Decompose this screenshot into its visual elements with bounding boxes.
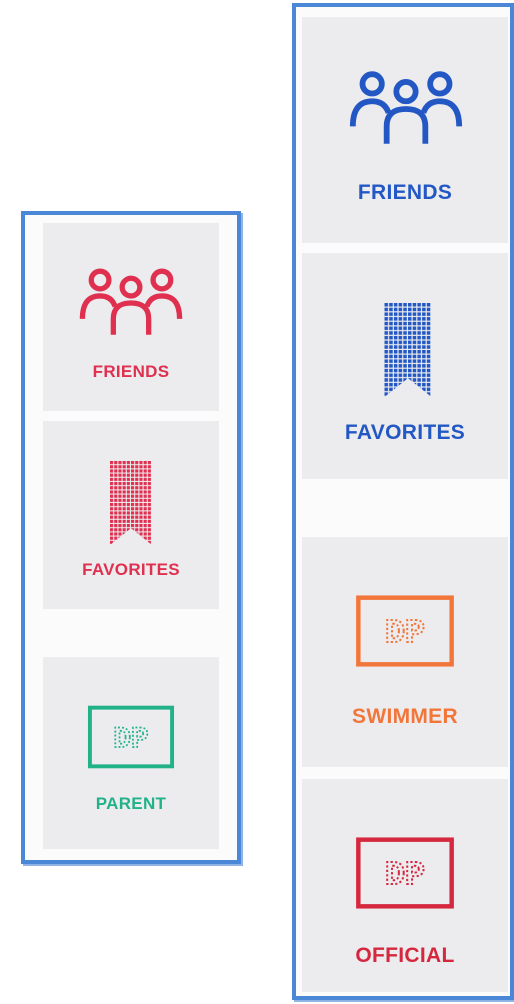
nav-item-label: FAVORITES [344, 421, 466, 444]
friends-icon [79, 268, 183, 335]
nav-item-official[interactable]: DP OFFICIAL [302, 779, 508, 992]
nav-item-label: FAVORITES [82, 560, 180, 579]
right-sidebar-panel: FRIENDS FAVORITES DP SWIMMER DP OFFICIAL [292, 3, 514, 1000]
bookmark-icon [384, 303, 432, 397]
svg-text:DP: DP [385, 615, 425, 653]
bookmark-icon [110, 461, 152, 545]
nav-item-label: FRIENDS [357, 181, 453, 204]
nav-item-label: SWIMMER [352, 705, 458, 728]
nav-item-friends[interactable]: FRIENDS [302, 17, 508, 243]
nav-item-label: OFFICIAL [355, 944, 455, 967]
nav-item-friends[interactable]: FRIENDS [43, 223, 219, 411]
nav-item-swimmer[interactable]: DP SWIMMER [302, 537, 508, 767]
friends-icon [349, 71, 463, 144]
svg-text:DP: DP [113, 723, 148, 756]
left-sidebar-panel: FRIENDS FAVORITES DP PARENT [21, 211, 241, 864]
nav-item-label: PARENT [95, 794, 167, 813]
nav-item-favorites[interactable]: FAVORITES [43, 421, 219, 609]
svg-text:DP: DP [385, 857, 425, 895]
nav-item-label: FRIENDS [92, 362, 170, 381]
nav-item-favorites[interactable]: FAVORITES [302, 253, 508, 479]
dp-badge-icon: DP [356, 837, 454, 909]
dp-badge-icon: DP [356, 595, 454, 667]
nav-item-parent[interactable]: DP PARENT [43, 657, 219, 849]
dp-badge-icon: DP [87, 705, 175, 769]
